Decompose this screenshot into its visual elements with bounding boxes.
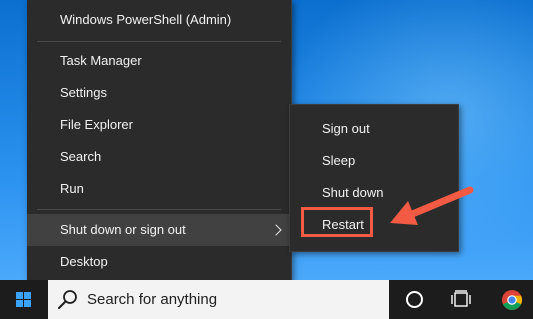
menu-item-label: Windows PowerShell (Admin) <box>60 12 232 27</box>
menu-item-shut-down-or-sign-out[interactable]: Shut down or sign out <box>27 214 291 246</box>
menu-item-label: Desktop <box>60 254 108 269</box>
submenu-item-sleep[interactable]: Sleep <box>290 145 458 177</box>
menu-item-label: Settings <box>60 85 107 100</box>
winx-power-menu: Windows PowerShell (Admin) Task Manager … <box>27 0 292 283</box>
submenu-item-label: Sleep <box>322 153 356 168</box>
annotation-arrow-icon <box>390 186 474 225</box>
menu-item-file-explorer[interactable]: File Explorer <box>27 109 291 141</box>
menu-separator <box>37 209 281 210</box>
menu-item-search[interactable]: Search <box>27 141 291 173</box>
chevron-right-icon <box>270 224 282 236</box>
cortana-icon[interactable] <box>404 289 425 310</box>
task-view-icon[interactable] <box>451 290 471 309</box>
restart-highlight-box <box>301 207 373 237</box>
menu-item-run[interactable]: Run <box>27 173 291 205</box>
menu-item-settings[interactable]: Settings <box>27 77 291 109</box>
menu-item-label: Run <box>60 181 84 196</box>
menu-item-desktop[interactable]: Desktop <box>27 246 291 278</box>
chrome-icon[interactable] <box>501 289 523 311</box>
submenu-item-label: Shut down <box>322 185 384 200</box>
menu-item-label: Search <box>60 149 102 164</box>
submenu-item-sign-out[interactable]: Sign out <box>290 113 458 145</box>
search-icon <box>58 290 77 309</box>
menu-separator <box>37 41 281 42</box>
windows-logo-icon <box>16 292 32 308</box>
submenu-item-label: Sign out <box>322 121 370 136</box>
menu-item-powershell-admin[interactable]: Windows PowerShell (Admin) <box>27 4 291 36</box>
start-button[interactable] <box>0 280 48 319</box>
taskbar-search-box[interactable]: Search for anything <box>48 280 389 319</box>
taskbar: Search for anything <box>0 280 533 319</box>
search-placeholder: Search for anything <box>87 291 218 308</box>
menu-item-task-manager[interactable]: Task Manager <box>27 45 291 77</box>
menu-item-label: Task Manager <box>60 53 142 68</box>
menu-item-label: Shut down or sign out <box>60 222 186 237</box>
menu-item-label: File Explorer <box>60 117 133 132</box>
